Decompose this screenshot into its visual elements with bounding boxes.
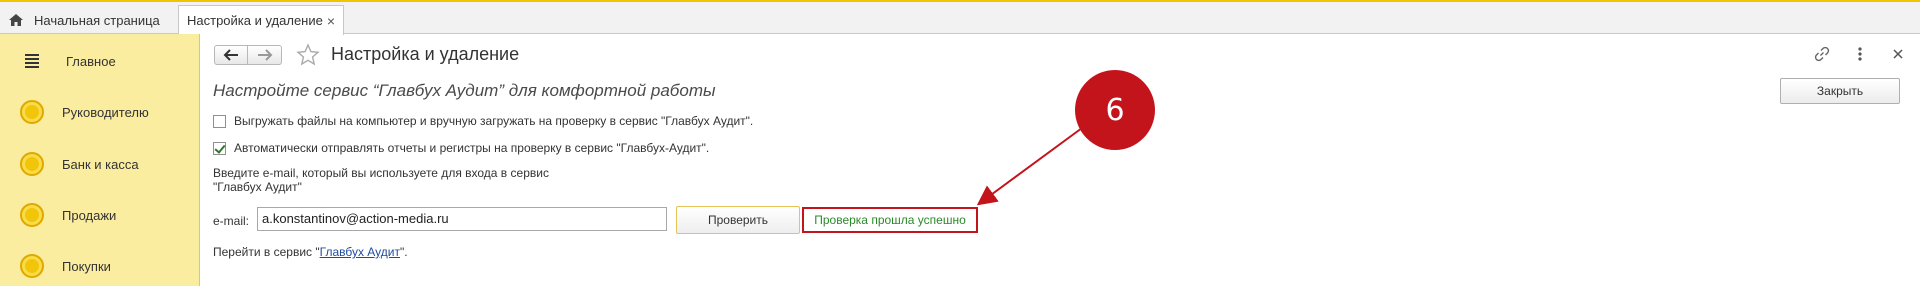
nav-buttons (214, 45, 282, 65)
sidebar-item-sales[interactable]: Продажи (0, 192, 199, 238)
sidebar-item-label: Продажи (62, 207, 117, 223)
option-upload-manually[interactable]: Выгружать файлы на компьютер и вручную з… (213, 114, 753, 128)
email-field[interactable]: a.konstantinov@action-media.ru (257, 207, 667, 231)
step-number-badge: 6 (1075, 70, 1155, 150)
service-link[interactable]: Главбух Аудит (320, 245, 400, 259)
sidebar-item-purchases[interactable]: Покупки (0, 243, 199, 289)
sidebar-item-label: Банк и касса (62, 156, 139, 172)
back-button[interactable] (214, 45, 248, 65)
coin-icon (20, 203, 44, 227)
upload-manually-checkbox[interactable] (213, 114, 226, 128)
email-label: e-mail: (213, 214, 250, 228)
menu-icon (25, 52, 39, 70)
tab-settings[interactable]: Настройка и удаление × (178, 5, 344, 35)
close-button[interactable]: Закрыть (1780, 78, 1900, 104)
close-icon[interactable] (1890, 46, 1906, 62)
goto-service: Перейти в сервис "Главбух Аудит". (213, 245, 408, 259)
tab-home-label: Начальная страница (34, 12, 160, 28)
sidebar-item-bank[interactable]: Банк и касса (0, 141, 199, 187)
arrow-left-icon (223, 49, 238, 61)
page-title: Настройка и удаление (331, 44, 520, 64)
sidebar-item-label: Покупки (62, 258, 111, 274)
sidebar-item-main[interactable]: Главное (0, 38, 199, 84)
goto-suffix: ". (399, 245, 408, 259)
link-icon[interactable] (1814, 46, 1830, 62)
check-button[interactable]: Проверить (676, 206, 800, 234)
coin-icon (20, 254, 44, 278)
status-message: Проверка прошла успешно (802, 207, 978, 233)
coin-icon (20, 152, 44, 176)
tab-home[interactable]: Начальная страница (0, 5, 170, 35)
favorite-star-icon[interactable] (296, 43, 320, 67)
tab-settings-label: Настройка и удаление (187, 13, 323, 28)
option-auto-send[interactable]: Автоматически отправлять отчеты и регист… (213, 141, 709, 155)
auto-send-checkbox[interactable] (213, 141, 226, 155)
home-icon (9, 14, 23, 26)
coin-icon (20, 100, 44, 124)
option-label: Выгружать файлы на компьютер и вручную з… (234, 114, 754, 128)
goto-prefix: Перейти в сервис " (213, 245, 320, 259)
email-hint: Введите e-mail, который вы используете д… (213, 166, 549, 194)
form-content: Настройка и удаление Настройте сервис “Г… (200, 34, 1920, 286)
form-toolbar-icons (1814, 46, 1906, 62)
tab-close-icon[interactable]: × (327, 13, 335, 29)
form-subtitle: Настройте сервис “Главбух Аудит” для ком… (213, 81, 716, 100)
option-label: Автоматически отправлять отчеты и регист… (234, 141, 710, 155)
forward-button[interactable] (248, 45, 282, 65)
sidebar-item-label: Главное (66, 53, 116, 69)
more-actions-icon[interactable] (1852, 46, 1868, 62)
sidebar-item-manager[interactable]: Руководителю (0, 89, 199, 135)
tab-bar: Начальная страница Настройка и удаление … (0, 0, 1920, 35)
arrow-right-icon (257, 49, 272, 61)
sidebar-item-label: Руководителю (62, 104, 149, 120)
sidebar: Главное Руководителю Банк и касса Продаж… (0, 34, 200, 286)
